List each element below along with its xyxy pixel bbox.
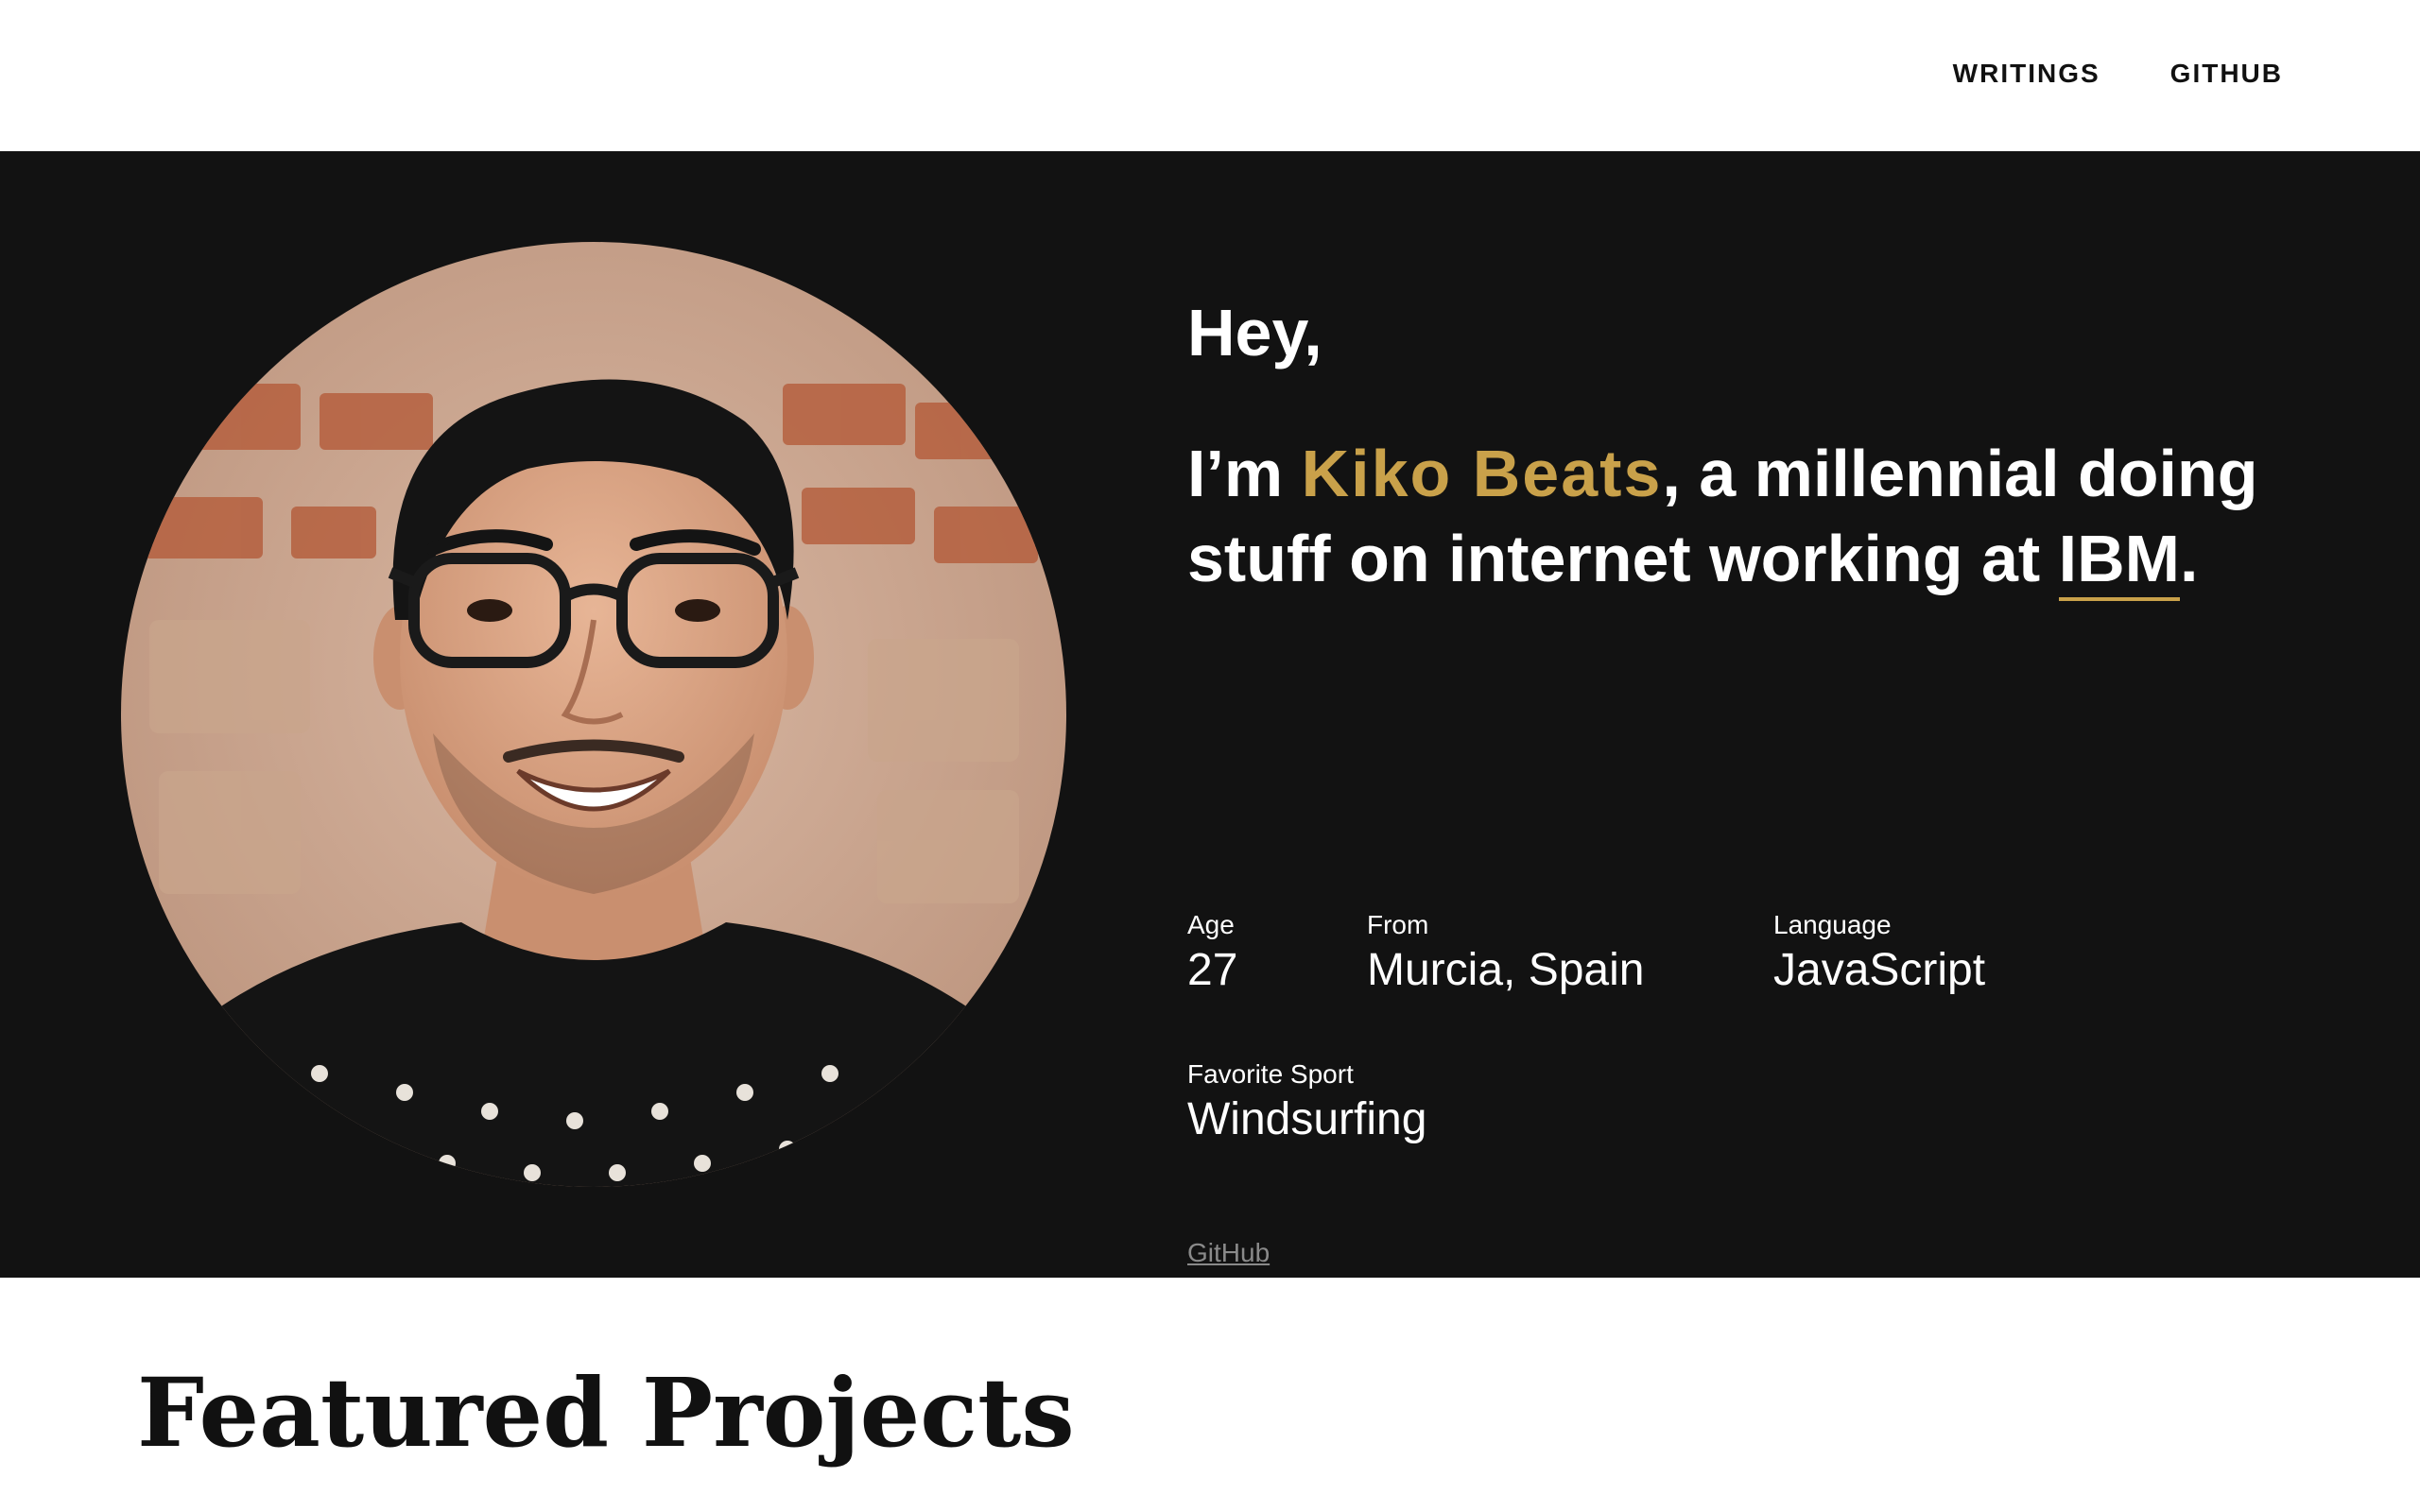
fact-favorite-sport: Favorite Sport Windsurfing xyxy=(1187,1058,1426,1146)
fact-value: Murcia, Spain xyxy=(1367,944,1645,995)
featured-projects-heading: Featured Projects xyxy=(137,1357,1075,1469)
top-nav: WRITINGS GITHUB xyxy=(1953,59,2283,89)
fact-label: Age xyxy=(1187,910,1235,939)
headline-suffix: . xyxy=(2179,522,2199,595)
profile-avatar xyxy=(121,242,1066,1187)
fact-label: Favorite Sport xyxy=(1187,1059,1354,1089)
fact-from: From Murcia, Spain xyxy=(1367,909,1644,997)
fact-label: Language xyxy=(1773,910,1892,939)
author-name: Kiko Beats xyxy=(1301,437,1663,510)
fact-value: 27 xyxy=(1187,944,1238,995)
fact-language: Language JavaScript xyxy=(1773,909,1985,997)
fact-value: Windsurfing xyxy=(1187,1093,1427,1144)
headline-prefix: I’m xyxy=(1187,437,1302,510)
greeting-heading: Hey, xyxy=(1187,296,1322,369)
nav-writings-link[interactable]: WRITINGS xyxy=(1953,59,2100,89)
fact-label: From xyxy=(1367,910,1429,939)
intro-block: Hey, I’m Kiko Beats, a millennial doing … xyxy=(1187,293,2274,1267)
fact-value: JavaScript xyxy=(1773,944,1986,995)
company-link[interactable]: IBM xyxy=(2058,522,2180,601)
github-profile-link[interactable]: GitHub xyxy=(1187,1238,1270,1268)
hero-section: Hey, I’m Kiko Beats, a millennial doing … xyxy=(0,151,2420,1278)
site-header: WRITINGS GITHUB xyxy=(0,0,2420,151)
intro-headline: I’m Kiko Beats, a millennial doing stuff… xyxy=(1187,431,2274,601)
fact-age: Age 27 xyxy=(1187,909,1237,997)
nav-github-link[interactable]: GITHUB xyxy=(2170,59,2283,89)
profile-photo-illustration xyxy=(121,242,1066,1187)
